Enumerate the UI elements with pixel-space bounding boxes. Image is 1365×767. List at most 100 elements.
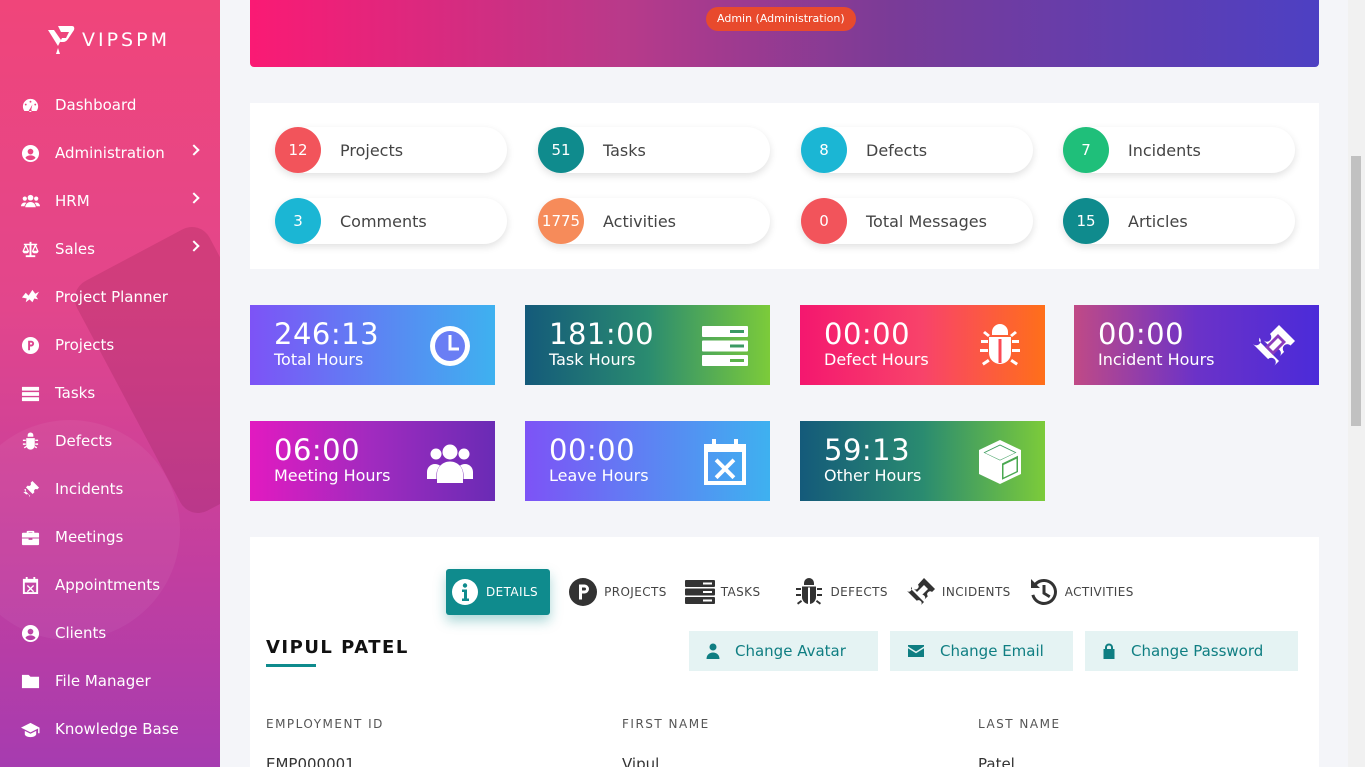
stat-count: 15 — [1063, 198, 1109, 244]
sidebar-item-label: Administration — [55, 144, 165, 162]
sidebar-item-appointments[interactable]: Appointments — [0, 561, 220, 609]
stat-label: Defects — [866, 140, 928, 160]
stat-label: Articles — [1128, 211, 1188, 231]
sidebar-item-projects[interactable]: Projects — [0, 321, 220, 369]
stat-tasks[interactable]: 51 Tasks — [538, 127, 770, 173]
profile-tabs: DETAILS PROJECTS TASKS DEFECTS INCIDENTS… — [446, 569, 1152, 615]
stat-label: Total Messages — [866, 211, 987, 231]
tab-label: TASKS — [720, 585, 761, 599]
tile-other-hours[interactable]: 59:13 Other Hours — [800, 421, 1045, 501]
tile-label: Defect Hours — [824, 350, 929, 369]
field-value-employment-id: EMP000001 — [266, 755, 355, 767]
tab-tasks[interactable]: TASKS — [684, 569, 761, 615]
page-scrollbar[interactable] — [1348, 0, 1365, 767]
user-circle-icon — [19, 622, 41, 644]
stat-label: Tasks — [603, 140, 646, 160]
stat-activities[interactable]: 1775 Activities — [538, 198, 770, 244]
sidebar-nav: Dashboard Administration HRM Sales Proje… — [0, 81, 220, 753]
user-icon — [706, 643, 720, 659]
sidebar-item-file-manager[interactable]: File Manager — [0, 657, 220, 705]
sidebar-item-knowledge-base[interactable]: Knowledge Base — [0, 705, 220, 753]
tile-value: 59:13 — [824, 433, 911, 467]
sidebar-item-defects[interactable]: Defects — [0, 417, 220, 465]
app-logo[interactable]: VIPSPM — [46, 24, 170, 56]
stat-articles[interactable]: 15 Articles — [1063, 198, 1295, 244]
stat-count: 1775 — [538, 198, 584, 244]
tab-activities[interactable]: ACTIVITIES — [1029, 569, 1134, 615]
info-circle-icon — [452, 579, 478, 605]
planner-icon — [19, 286, 41, 308]
button-label: Change Email — [940, 642, 1044, 660]
stat-incidents[interactable]: 7 Incidents — [1063, 127, 1295, 173]
chevron-right-icon — [188, 192, 200, 204]
stat-defects[interactable]: 8 Defects — [801, 127, 1033, 173]
calendar-x-icon — [702, 439, 748, 485]
users-icon — [19, 190, 41, 212]
sidebar-item-label: Tasks — [55, 384, 96, 402]
bug-icon — [796, 578, 823, 605]
sidebar-item-label: Appointments — [55, 576, 161, 594]
tab-label: DETAILS — [486, 585, 539, 599]
profile-card: DETAILS PROJECTS TASKS DEFECTS INCIDENTS… — [250, 537, 1319, 767]
tab-details[interactable]: DETAILS — [446, 569, 551, 615]
p-circle-icon — [19, 334, 41, 356]
sidebar-item-project-planner[interactable]: Project Planner — [0, 273, 220, 321]
sidebar-item-tasks[interactable]: Tasks — [0, 369, 220, 417]
balance-scale-icon — [19, 238, 41, 260]
tasks-icon — [19, 382, 41, 404]
sidebar-item-label: Projects — [55, 336, 115, 354]
sidebar-item-administration[interactable]: Administration — [0, 129, 220, 177]
sidebar-item-label: Meetings — [55, 528, 124, 546]
button-label: Change Avatar — [735, 642, 846, 660]
sidebar-item-meetings[interactable]: Meetings — [0, 513, 220, 561]
tab-incidents[interactable]: INCIDENTS — [906, 569, 1011, 615]
header-banner: Admin (Administration) — [250, 0, 1319, 67]
tile-total-hours[interactable]: 246:13 Total Hours — [250, 305, 495, 385]
sidebar-item-incidents[interactable]: Incidents — [0, 465, 220, 513]
field-label-employment-id: EMPLOYMENT ID — [266, 717, 384, 731]
ticket-icon — [1251, 323, 1297, 369]
calendar-x-icon — [19, 574, 41, 596]
stats-card: 12 Projects 51 Tasks 8 Defects 7 Inciden… — [250, 103, 1319, 269]
sidebar-item-label: HRM — [55, 192, 90, 210]
stat-projects[interactable]: 12 Projects — [275, 127, 507, 173]
tile-defect-hours[interactable]: 00:00 Defect Hours — [800, 305, 1045, 385]
stat-comments[interactable]: 3 Comments — [275, 198, 507, 244]
stat-count: 12 — [275, 127, 321, 173]
stat-total-messages[interactable]: 0 Total Messages — [801, 198, 1033, 244]
tile-task-hours[interactable]: 181:00 Task Hours — [525, 305, 770, 385]
tile-leave-hours[interactable]: 00:00 Leave Hours — [525, 421, 770, 501]
tab-projects[interactable]: PROJECTS — [568, 569, 667, 615]
change-password-button[interactable]: Change Password — [1085, 631, 1298, 671]
graduation-cap-icon — [19, 718, 41, 740]
change-email-button[interactable]: Change Email — [890, 631, 1073, 671]
history-icon — [1030, 578, 1057, 605]
chevron-right-icon — [188, 144, 200, 156]
scrollbar-thumb[interactable] — [1351, 156, 1361, 426]
bug-icon — [977, 323, 1023, 369]
tile-value: 06:00 — [274, 433, 361, 467]
sidebar-item-label: Knowledge Base — [55, 720, 179, 738]
tasks-icon — [684, 580, 715, 604]
sidebar-item-clients[interactable]: Clients — [0, 609, 220, 657]
tab-defects[interactable]: DEFECTS — [794, 569, 888, 615]
stat-label: Incidents — [1128, 140, 1201, 160]
sidebar-item-sales[interactable]: Sales — [0, 225, 220, 273]
tile-value: 181:00 — [549, 317, 655, 351]
briefcase-icon — [19, 526, 41, 548]
sidebar-item-dashboard[interactable]: Dashboard — [0, 81, 220, 129]
sidebar-item-hrm[interactable]: HRM — [0, 177, 220, 225]
sidebar-item-label: Incidents — [55, 480, 124, 498]
profile-name-underline — [266, 664, 316, 667]
stat-count: 7 — [1063, 127, 1109, 173]
tile-label: Task Hours — [549, 350, 636, 369]
sidebar-item-label: Clients — [55, 624, 107, 642]
logo-mark-icon — [48, 26, 75, 54]
sidebar-item-label: Sales — [55, 240, 95, 258]
stat-count: 3 — [275, 198, 321, 244]
change-avatar-button[interactable]: Change Avatar — [689, 631, 878, 671]
tile-incident-hours[interactable]: 00:00 Incident Hours — [1074, 305, 1319, 385]
tile-meeting-hours[interactable]: 06:00 Meeting Hours — [250, 421, 495, 501]
role-badge: Admin (Administration) — [706, 7, 856, 31]
tile-value: 00:00 — [549, 433, 636, 467]
